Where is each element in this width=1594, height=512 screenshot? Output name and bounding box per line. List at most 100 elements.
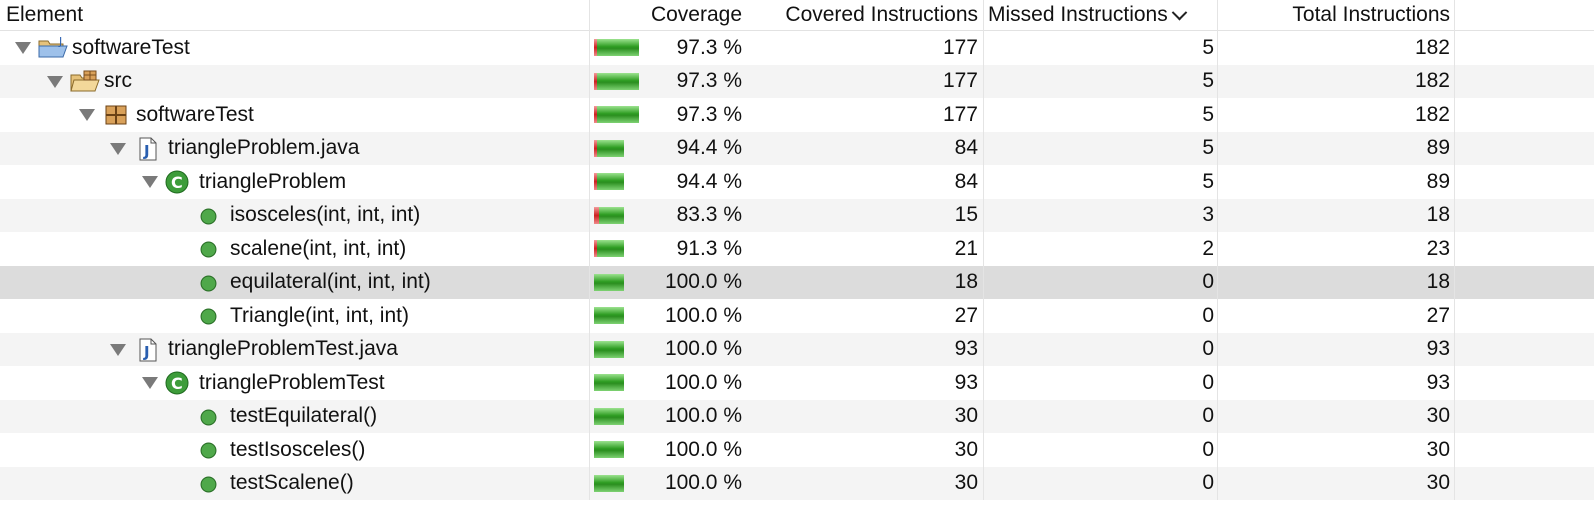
tree-row-source-folder[interactable]: src 97.3 % 177 5 182 [0, 64, 1594, 99]
tree-row-class[interactable]: C triangleProblem 94.4 % 84 5 89 [0, 165, 1594, 199]
class-icon: C [165, 371, 189, 395]
coverage-percent: 94.4 % [676, 169, 742, 193]
tree-row-method[interactable]: isosceles(int, int, int) 83.3 % 15 3 18 [0, 198, 1594, 233]
column-header-coverage[interactable]: Coverage [590, 0, 744, 30]
coverage-bar [594, 474, 624, 492]
tree-row-method[interactable]: testEquilateral() 100.0 % 30 0 30 [0, 399, 1594, 434]
package-icon [105, 105, 127, 125]
expand-arrow-icon[interactable] [142, 176, 158, 188]
java-file-icon: J [139, 137, 157, 160]
missed-instructions: 5 [1202, 136, 1214, 160]
tree-row-method[interactable]: testIsosceles() 100.0 % 30 0 30 [0, 433, 1594, 467]
covered-instructions: 84 [954, 169, 978, 193]
covered-instructions: 21 [954, 236, 978, 260]
table-header: Element Coverage Covered Instructions Mi… [0, 0, 1594, 31]
covered-instructions: 93 [954, 337, 978, 361]
element-cell: src [0, 65, 590, 99]
coverage-bar [594, 441, 624, 458]
element-cell: isosceles(int, int, int) [0, 199, 590, 233]
coverage-bar [594, 273, 624, 291]
tree-row-method[interactable]: testScalene() 100.0 % 30 0 30 [0, 466, 1594, 501]
element-cell: scalene(int, int, int) [0, 232, 590, 266]
coverage-bar [594, 240, 624, 257]
element-name: isosceles(int, int, int) [230, 203, 421, 227]
tree-row-package[interactable]: softwareTest 97.3 % 177 5 182 [0, 98, 1594, 132]
tree-row-method-selected[interactable]: equilateral(int, int, int) 100.0 % 18 0 … [0, 265, 1594, 300]
coverage-bar [594, 307, 624, 324]
method-icon [200, 308, 217, 325]
svg-text:C: C [171, 374, 183, 393]
column-divider[interactable] [589, 0, 590, 500]
total-instructions: 23 [1426, 236, 1450, 260]
total-instructions: 18 [1426, 270, 1450, 294]
column-header-covered-instructions[interactable]: Covered Instructions [744, 0, 984, 30]
element-name: testScalene() [230, 471, 354, 495]
coverage-percent: 94.4 % [676, 136, 742, 160]
coverage-bar [594, 106, 639, 123]
source-folder-icon [70, 70, 100, 91]
java-file-icon: J [139, 338, 157, 361]
covered-instructions: 27 [954, 303, 978, 327]
coverage-percent: 100.0 % [664, 337, 742, 361]
covered-instructions: 93 [954, 370, 978, 394]
coverage-percent: 83.3 % [676, 203, 742, 227]
expand-arrow-icon[interactable] [110, 142, 126, 155]
column-divider[interactable] [1217, 0, 1218, 500]
tree-row-java-file[interactable]: J triangleProblemTest.java 100.0 % 93 0 … [0, 332, 1594, 367]
method-icon [200, 442, 217, 459]
tree-row-project[interactable]: J softwareTest 97.3 % 177 5 182 [0, 31, 1594, 65]
column-divider[interactable] [983, 0, 984, 500]
coverage-cell: 94.4 % [590, 165, 744, 199]
covered-instructions: 30 [954, 471, 978, 495]
covered-instructions: 177 [942, 35, 978, 59]
total-instructions: 30 [1426, 437, 1450, 461]
element-name: testEquilateral() [230, 404, 378, 428]
column-header-element[interactable]: Element [0, 0, 590, 30]
total-instructions: 18 [1426, 203, 1450, 227]
method-icon [200, 476, 217, 492]
column-divider[interactable] [1454, 0, 1455, 500]
missed-instructions: 0 [1202, 337, 1214, 361]
coverage-cell: 91.3 % [590, 232, 744, 266]
missed-instructions: 0 [1202, 471, 1214, 495]
coverage-cell: 83.3 % [590, 199, 744, 233]
element-cell: equilateral(int, int, int) [0, 266, 590, 300]
coverage-bar [594, 139, 624, 157]
covered-instructions: 15 [954, 203, 978, 227]
expand-arrow-icon[interactable] [79, 109, 95, 121]
element-name: testIsosceles() [230, 437, 366, 461]
missed-instructions: 0 [1202, 370, 1214, 394]
tree-row-method[interactable]: Triangle(int, int, int) 100.0 % 27 0 27 [0, 299, 1594, 333]
expand-arrow-icon[interactable] [47, 75, 63, 88]
element-cell: J triangleProblem.java [0, 132, 590, 166]
missed-instructions: 0 [1202, 404, 1214, 428]
tree-row-class[interactable]: C triangleProblemTest 100.0 % 93 0 93 [0, 366, 1594, 400]
coverage-cell: 100.0 % [590, 467, 744, 501]
missed-instructions: 5 [1202, 102, 1214, 126]
method-icon [200, 241, 217, 258]
element-cell: C triangleProblemTest [0, 366, 590, 400]
missed-instructions: 5 [1202, 35, 1214, 59]
expand-arrow-icon[interactable] [110, 343, 126, 356]
missed-instructions: 0 [1202, 303, 1214, 327]
method-icon [200, 275, 217, 291]
coverage-cell: 97.3 % [590, 31, 744, 65]
column-header-missed-instructions[interactable]: Missed Instructions [984, 0, 1218, 30]
element-name: src [104, 69, 132, 93]
expand-arrow-icon[interactable] [15, 42, 31, 54]
coverage-cell: 100.0 % [590, 366, 744, 400]
svg-text:J: J [143, 142, 150, 160]
total-instructions: 93 [1426, 337, 1450, 361]
coverage-bar [594, 39, 639, 56]
column-header-total-instructions[interactable]: Total Instructions [1218, 0, 1454, 30]
expand-arrow-icon[interactable] [142, 377, 158, 389]
tree-row-method[interactable]: scalene(int, int, int) 91.3 % 21 2 23 [0, 232, 1594, 266]
coverage-cell: 100.0 % [590, 333, 744, 367]
coverage-cell: 97.3 % [590, 65, 744, 99]
element-cell: testScalene() [0, 467, 590, 501]
element-name: softwareTest [136, 102, 254, 126]
element-cell: C triangleProblem [0, 165, 590, 199]
total-instructions: 30 [1426, 471, 1450, 495]
coverage-cell: 100.0 % [590, 400, 744, 434]
tree-row-java-file[interactable]: J triangleProblem.java 94.4 % 84 5 89 [0, 131, 1594, 166]
